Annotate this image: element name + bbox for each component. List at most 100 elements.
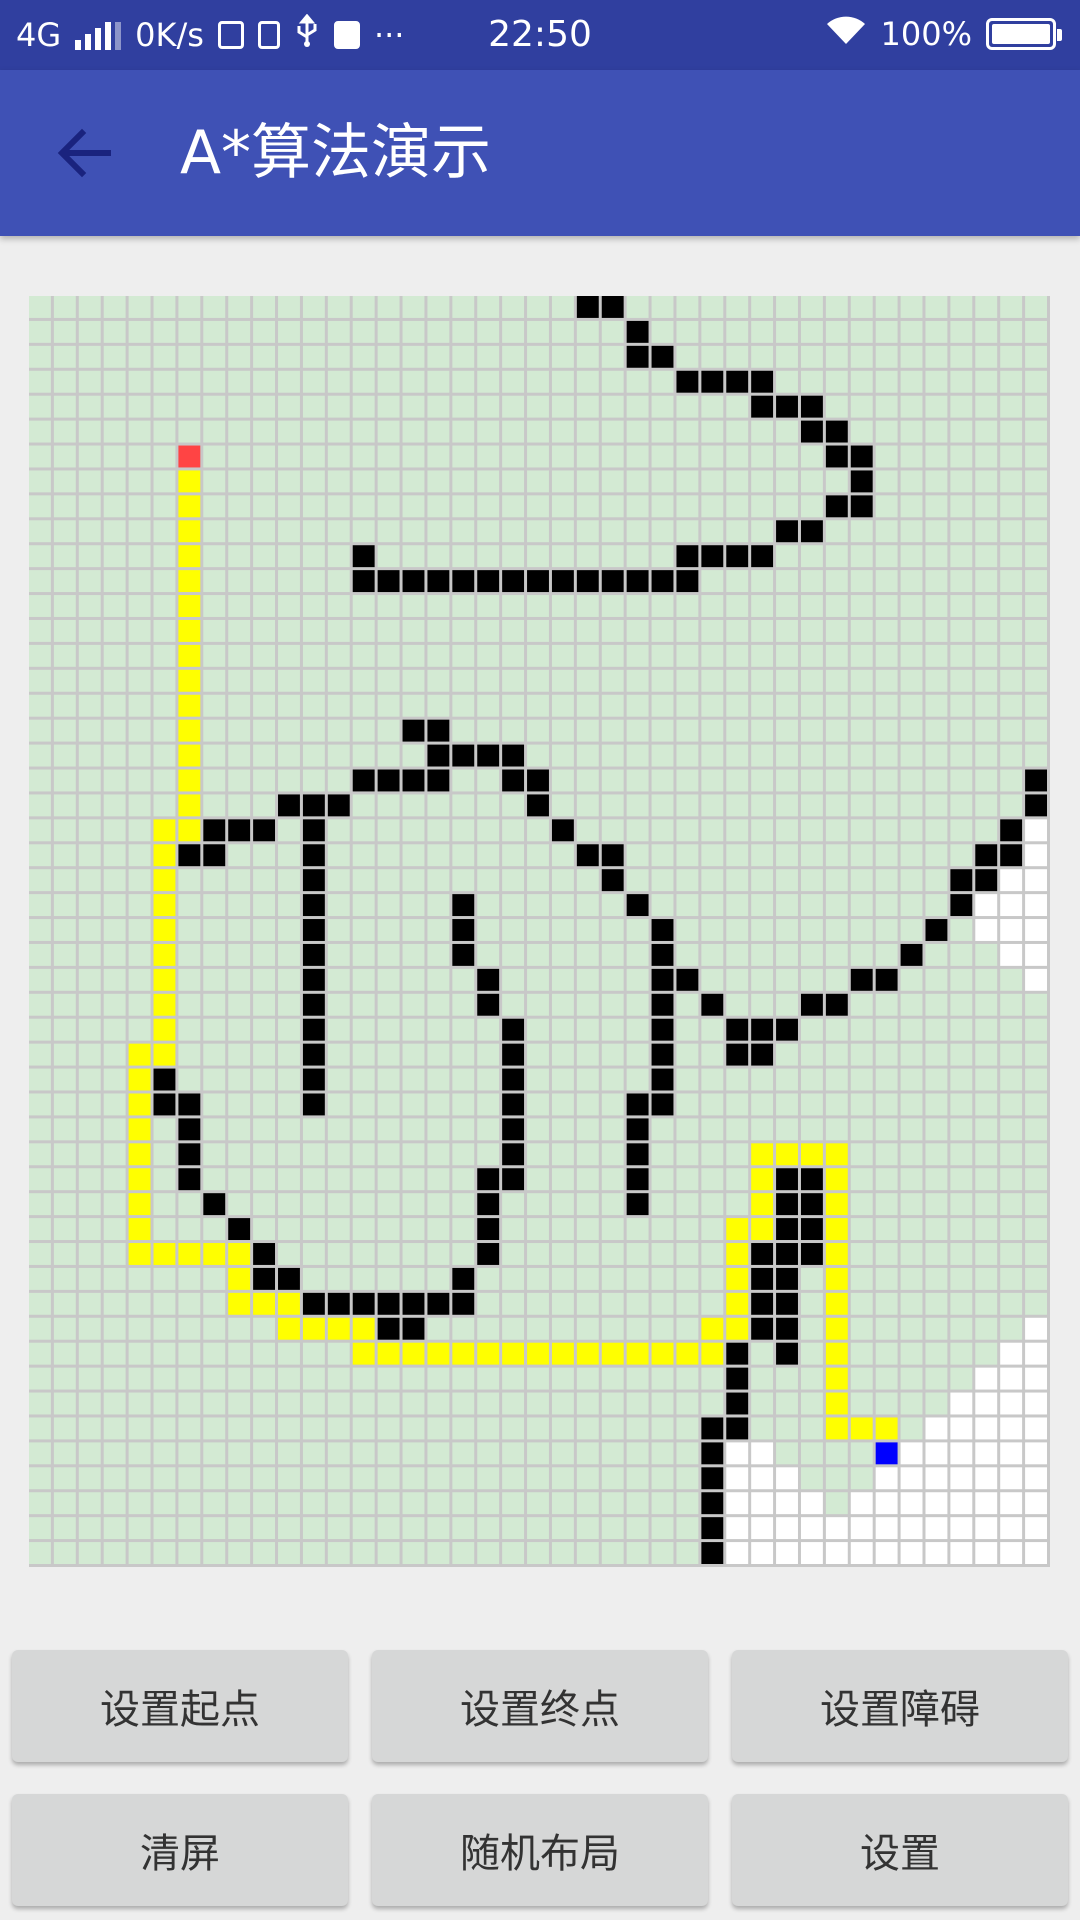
grid-cell[interactable] <box>502 1367 525 1390</box>
grid-cell[interactable] <box>875 694 898 717</box>
grid-cell[interactable] <box>452 1367 475 1390</box>
grid-cell[interactable] <box>377 1442 400 1465</box>
grid-cell[interactable] <box>402 719 425 742</box>
grid-cell[interactable] <box>900 1143 923 1166</box>
grid-cell[interactable] <box>776 345 798 368</box>
grid-cell[interactable] <box>477 1417 500 1440</box>
grid-cell[interactable] <box>1025 445 1047 468</box>
grid-cell[interactable] <box>228 1093 251 1116</box>
grid-cell[interactable] <box>875 1168 898 1191</box>
grid-cell[interactable] <box>626 570 649 593</box>
grid-cell[interactable] <box>701 1442 724 1465</box>
grid-cell[interactable] <box>78 943 101 966</box>
grid-cell[interactable] <box>925 320 948 343</box>
grid-cell[interactable] <box>701 1218 724 1241</box>
grid-cell[interactable] <box>900 495 923 518</box>
grid-cell[interactable] <box>527 1342 549 1365</box>
grid-cell[interactable] <box>751 570 774 593</box>
grid-cell[interactable] <box>875 968 898 991</box>
grid-cell[interactable] <box>701 1118 724 1141</box>
grid-cell[interactable] <box>751 1292 774 1315</box>
grid-cell[interactable] <box>153 570 176 593</box>
grid-cell[interactable] <box>1000 894 1023 917</box>
grid-cell[interactable] <box>850 495 873 518</box>
grid-cell[interactable] <box>626 669 649 692</box>
grid-cell[interactable] <box>427 1093 450 1116</box>
grid-cell[interactable] <box>278 844 300 867</box>
grid-cell[interactable] <box>676 520 699 543</box>
grid-cell[interactable] <box>1000 1392 1023 1415</box>
grid-cell[interactable] <box>29 919 51 941</box>
grid-cell[interactable] <box>452 1243 475 1265</box>
grid-cell[interactable] <box>327 570 350 593</box>
grid-cell[interactable] <box>850 943 873 966</box>
grid-cell[interactable] <box>1000 1542 1023 1564</box>
grid-cell[interactable] <box>477 445 500 468</box>
grid-cell[interactable] <box>228 819 251 842</box>
grid-cell[interactable] <box>701 296 724 318</box>
grid-cell[interactable] <box>452 1168 475 1191</box>
grid-cell[interactable] <box>253 894 276 917</box>
grid-cell[interactable] <box>327 1492 350 1515</box>
grid-cell[interactable] <box>576 1342 599 1365</box>
grid-cell[interactable] <box>253 1492 276 1515</box>
grid-cell[interactable] <box>527 894 549 917</box>
grid-cell[interactable] <box>850 1367 873 1390</box>
grid-cell[interactable] <box>78 395 101 418</box>
grid-cell[interactable] <box>626 744 649 767</box>
grid-cell[interactable] <box>551 1218 574 1241</box>
grid-cell[interactable] <box>975 694 998 717</box>
grid-cell[interactable] <box>78 1442 101 1465</box>
grid-cell[interactable] <box>29 968 51 991</box>
grid-cell[interactable] <box>1000 1068 1023 1091</box>
grid-cell[interactable] <box>850 993 873 1016</box>
grid-cell[interactable] <box>776 1542 798 1564</box>
grid-cell[interactable] <box>975 769 998 792</box>
grid-cell[interactable] <box>253 619 276 642</box>
grid-cell[interactable] <box>427 520 450 543</box>
grid-cell[interactable] <box>178 819 201 842</box>
grid-cell[interactable] <box>551 1118 574 1141</box>
grid-cell[interactable] <box>377 445 400 468</box>
grid-cell[interactable] <box>153 470 176 493</box>
grid-cell[interactable] <box>900 1193 923 1216</box>
grid-cell[interactable] <box>751 545 774 568</box>
grid-cell[interactable] <box>850 894 873 917</box>
grid-cell[interactable] <box>900 1467 923 1490</box>
grid-cell[interactable] <box>153 1193 176 1216</box>
grid-cell[interactable] <box>651 545 674 568</box>
grid-cell[interactable] <box>925 1317 948 1340</box>
grid-cell[interactable] <box>800 794 823 817</box>
grid-cell[interactable] <box>900 296 923 318</box>
grid-cell[interactable] <box>302 794 325 817</box>
grid-cell[interactable] <box>601 1018 624 1041</box>
grid-cell[interactable] <box>103 1442 126 1465</box>
grid-cell[interactable] <box>900 1492 923 1515</box>
grid-cell[interactable] <box>278 1193 300 1216</box>
grid-cell[interactable] <box>103 1218 126 1241</box>
grid-cell[interactable] <box>950 1093 973 1116</box>
grid-cell[interactable] <box>427 694 450 717</box>
grid-cell[interactable] <box>626 1243 649 1265</box>
grid-cell[interactable] <box>651 844 674 867</box>
grid-cell[interactable] <box>551 993 574 1016</box>
grid-cell[interactable] <box>900 1118 923 1141</box>
grid-cell[interactable] <box>776 894 798 917</box>
grid-cell[interactable] <box>502 1417 525 1440</box>
grid-cell[interactable] <box>850 1093 873 1116</box>
grid-cell[interactable] <box>601 993 624 1016</box>
grid-cell[interactable] <box>402 1417 425 1440</box>
grid-cell[interactable] <box>551 1367 574 1390</box>
grid-cell[interactable] <box>78 470 101 493</box>
grid-cell[interactable] <box>576 1367 599 1390</box>
grid-cell[interactable] <box>950 470 973 493</box>
grid-cell[interactable] <box>203 943 226 966</box>
grid-cell[interactable] <box>203 320 226 343</box>
grid-cell[interactable] <box>278 1093 300 1116</box>
grid-cell[interactable] <box>103 1392 126 1415</box>
grid-cell[interactable] <box>776 1218 798 1241</box>
grid-cell[interactable] <box>278 1267 300 1290</box>
grid-cell[interactable] <box>551 1342 574 1365</box>
grid-cell[interactable] <box>576 1392 599 1415</box>
grid-cell[interactable] <box>751 894 774 917</box>
